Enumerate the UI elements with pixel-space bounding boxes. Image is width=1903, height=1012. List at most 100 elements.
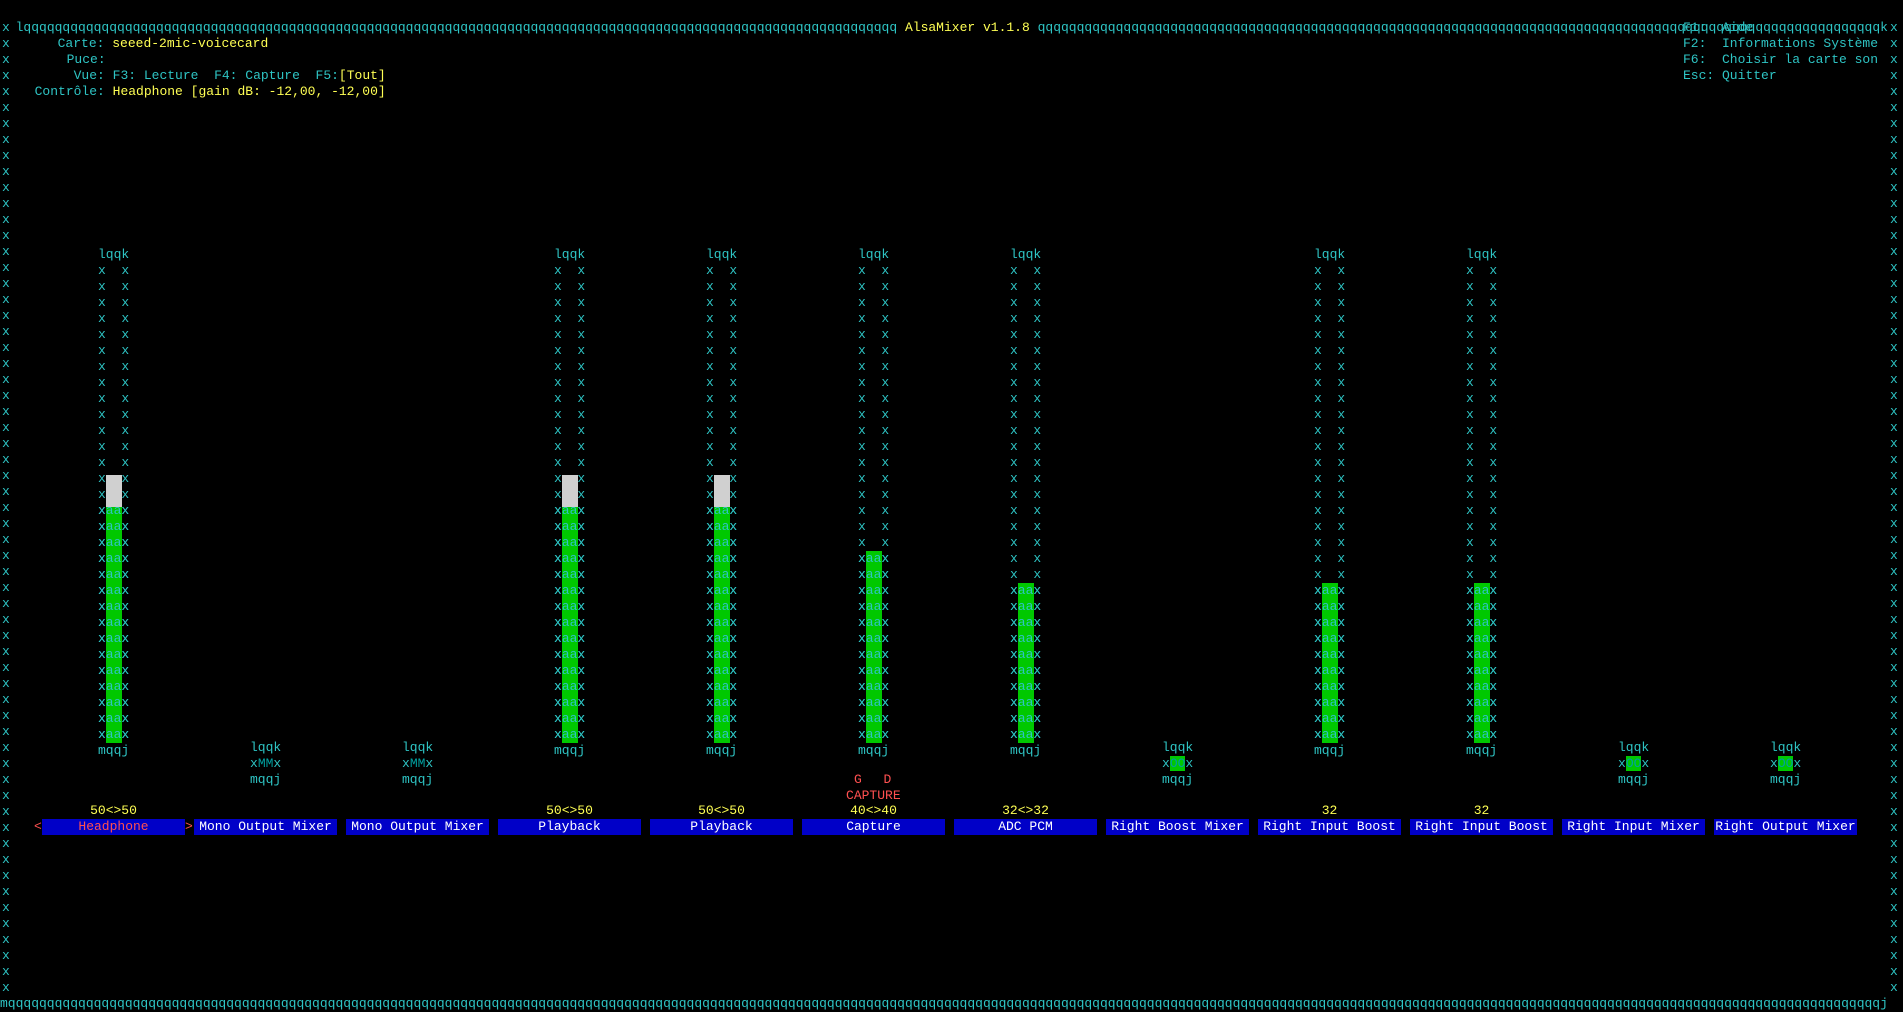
border-segment: x [2, 804, 10, 819]
border-segment: x [2, 372, 10, 387]
fill-row: xaax [1466, 679, 1498, 694]
switch-state[interactable]: xMMx [402, 756, 433, 772]
bar-frame-row: x x [1466, 295, 1498, 310]
bar-frame-row: x x [1010, 423, 1042, 438]
bar-frame-row: x x [706, 407, 738, 422]
bar-frame-row: x x [858, 519, 890, 534]
bar-frame-row: x x [1466, 551, 1498, 566]
control-name-capture[interactable]: Capture [802, 819, 945, 835]
bar-frame-row: x x [554, 263, 586, 278]
control-name-right-input-boost[interactable]: Right Input Boost [1258, 819, 1401, 835]
control-name-playback[interactable]: Playback [650, 819, 793, 835]
border-segment: x [2, 420, 10, 435]
capture-flag-right: D [883, 772, 892, 787]
bar-frame-row: x x [1010, 455, 1042, 470]
bar-frame-row: lqqk [554, 247, 586, 262]
volume-fill-text-headphone: xaax xaax xaax xaax xaax xaax xaax xaax xaax xaax… [98, 503, 129, 743]
control-name-right-output-mixer[interactable]: Right Output Mixer [1714, 819, 1857, 835]
bar-frame-row: x x [98, 375, 130, 390]
control-name-right-input-boost[interactable]: Right Input Boost [1410, 819, 1553, 835]
bar-frame-row: x x [1314, 423, 1346, 438]
bar-frame-row: x x [706, 279, 738, 294]
bar-frame-row: x x [858, 279, 890, 294]
bar-frame-row: x x [1314, 551, 1346, 566]
border-segment: x [1890, 836, 1898, 851]
bar-frame-row: x x [1466, 455, 1498, 470]
help-f2[interactable]: F2: Informations Système [1683, 36, 1878, 52]
left-border: xxxxxxxxxxxxxxxxxxxxxxxxxxxxxxxxxxxxxxxx… [2, 20, 12, 996]
fill-row: xaax [1466, 599, 1498, 614]
border-segment: x [1890, 772, 1898, 787]
bar-frame-row: x x [858, 311, 890, 326]
fill-row: xaax [1314, 647, 1346, 662]
control-value-right-input-boost: 32 [1321, 803, 1338, 818]
bar-frame-row: x x [1314, 295, 1346, 310]
bar-frame-row: x x [858, 263, 890, 278]
bar-frame-row: x x [554, 359, 586, 374]
border-segment: x [1890, 468, 1898, 483]
bar-frame-row: x x [1314, 567, 1346, 582]
bar-frame-row: mqqj [98, 743, 130, 758]
switch-right-boost-mixer[interactable]: lqqk xOOx mqqj [1162, 740, 1193, 788]
fill-row: xaax [554, 679, 586, 694]
border-segment: x [2, 260, 10, 275]
bar-frame-row: x x [1466, 343, 1498, 358]
border-segment: x [2, 948, 10, 963]
bar-frame-row: lqqk [858, 247, 890, 262]
bar-frame-row: x x [1010, 279, 1042, 294]
border-segment: x [1890, 244, 1898, 259]
border-segment: x [1890, 388, 1898, 403]
fill-row: xaax [98, 551, 130, 566]
bar-frame-row: x x [98, 391, 130, 406]
border-segment: x [1890, 660, 1898, 675]
fill-row: xaax [1466, 663, 1498, 678]
bar-frame-row: x x [1466, 439, 1498, 454]
fill-row: xaax [1466, 615, 1498, 630]
border-segment: x [2, 868, 10, 883]
help-f6[interactable]: F6: Choisir la carte son [1683, 52, 1878, 68]
bar-frame-row: x x [1314, 311, 1346, 326]
fill-row: xaax [98, 535, 130, 550]
help-f1[interactable]: F1: Aide [1683, 20, 1753, 36]
switch-state[interactable]: xOOx [1162, 756, 1193, 772]
border-segment: x [1890, 516, 1898, 531]
control-name-right-boost-mixer[interactable]: Right Boost Mixer [1106, 819, 1249, 835]
control-name-headphone[interactable]: Headphone [42, 819, 185, 835]
border-segment: x [1890, 884, 1898, 899]
bar-frame-row: lqqk [1010, 247, 1042, 262]
border-segment: x [2, 228, 10, 243]
control-name-right-input-mixer[interactable]: Right Input Mixer [1562, 819, 1705, 835]
bar-frame-row: x x [858, 375, 890, 390]
border-segment: x [2, 916, 10, 931]
control-name-adc-pcm[interactable]: ADC PCM [954, 819, 1097, 835]
bar-frame-row: x x [1314, 375, 1346, 390]
help-esc[interactable]: Esc: Quitter [1683, 68, 1777, 84]
bar-frame-row: x x [706, 391, 738, 406]
border-segment: x [1890, 964, 1898, 979]
border-segment: x [2, 52, 10, 67]
bar-frame-row: x x [858, 295, 890, 310]
border-segment: x [2, 180, 10, 195]
border-segment: x [1890, 596, 1898, 611]
switch-mono-output-mixer[interactable]: lqqk xMMx mqqj [250, 740, 281, 788]
capture-label[interactable]: CAPTURE [846, 788, 901, 804]
switch-right-output-mixer[interactable]: lqqk xOOx mqqj [1770, 740, 1801, 788]
switch-right-input-mixer[interactable]: lqqk xOOx mqqj [1618, 740, 1649, 788]
control-name-playback[interactable]: Playback [498, 819, 641, 835]
fill-row: xaax [554, 503, 586, 518]
border-segment: x [1890, 308, 1898, 323]
bar-frame-row: x x [1314, 343, 1346, 358]
bar-frame-row: x x [1010, 439, 1042, 454]
control-name-mono-output-mixer[interactable]: Mono Output Mixer [194, 819, 337, 835]
switch-state[interactable]: xOOx [1618, 756, 1649, 772]
border-segment: x [2, 116, 10, 131]
switch-mono-output-mixer[interactable]: lqqk xMMx mqqj [402, 740, 433, 788]
fill-row: xaax [554, 551, 586, 566]
switch-state[interactable]: xMMx [250, 756, 281, 772]
border-segment: x [1890, 756, 1898, 771]
bar-frame-row: x x [1466, 375, 1498, 390]
bar-frame-row: x x [554, 455, 586, 470]
border-segment: x [2, 36, 10, 51]
control-name-mono-output-mixer[interactable]: Mono Output Mixer [346, 819, 489, 835]
switch-state[interactable]: xOOx [1770, 756, 1801, 772]
